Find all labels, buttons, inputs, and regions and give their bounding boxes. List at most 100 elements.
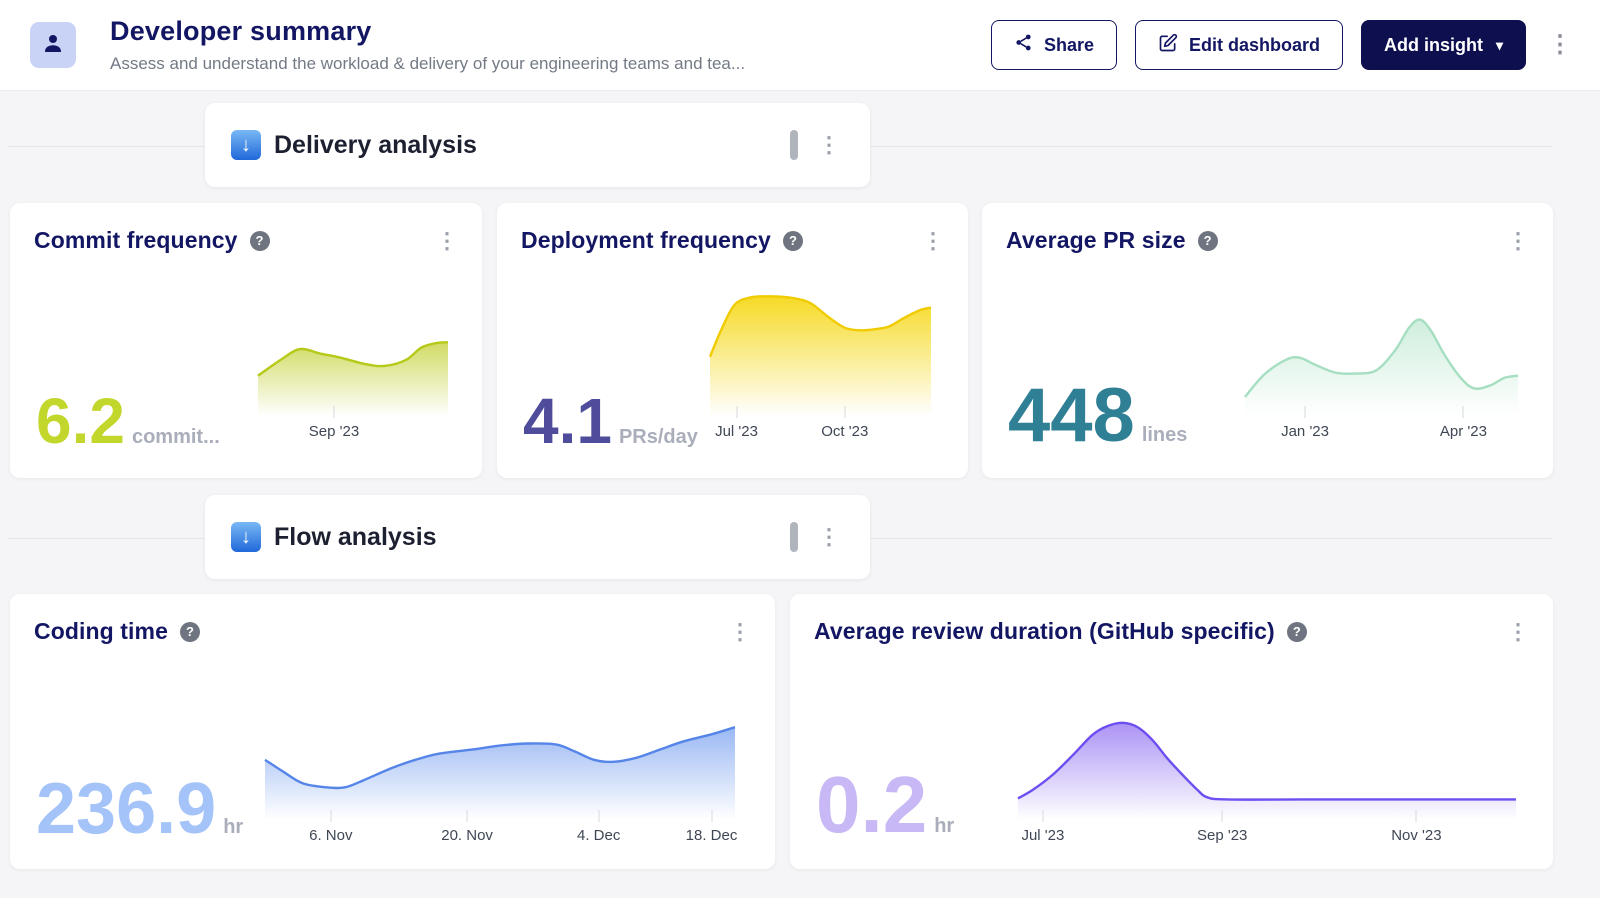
edit-icon — [1158, 33, 1178, 58]
page-header: Developer summary Assess and understand … — [0, 0, 1600, 91]
edit-dashboard-button-label: Edit dashboard — [1189, 35, 1320, 56]
metric-value: 0.2 hr — [816, 767, 954, 843]
help-icon[interactable]: ? — [250, 231, 270, 251]
card-kebab-menu-icon[interactable]: ⋮ — [725, 619, 755, 645]
metric-value: 4.1 PRs/day — [523, 391, 698, 452]
card-title: Average review duration (GitHub specific… — [814, 618, 1275, 645]
card-kebab-menu-icon[interactable]: ⋮ — [432, 228, 462, 254]
section-banner-flow: ↓ Flow analysis ⋮ — [205, 495, 870, 579]
metric-unit: lines — [1142, 424, 1188, 447]
sparkline-chart: Jul '23 Oct '23 — [710, 290, 931, 440]
card-kebab-menu-icon[interactable]: ⋮ — [1503, 228, 1533, 254]
axis-tick — [711, 810, 712, 822]
help-icon[interactable]: ? — [1287, 622, 1307, 642]
add-insight-button-label: Add insight — [1384, 35, 1483, 56]
share-icon — [1014, 33, 1033, 57]
drag-handle[interactable] — [790, 522, 798, 552]
section-kebab-menu-icon[interactable]: ⋮ — [814, 132, 844, 158]
card-title: Coding time — [34, 618, 168, 645]
card-kebab-menu-icon[interactable]: ⋮ — [1503, 619, 1533, 645]
area-chart-svg — [1018, 712, 1516, 820]
axis-tick-label: Jul '23 — [1021, 827, 1064, 844]
area-chart-svg — [258, 340, 448, 416]
card-header: Average PR size ? ⋮ — [982, 203, 1553, 254]
axis-tick — [330, 810, 331, 822]
metric-value: 448 lines — [1008, 380, 1187, 452]
insight-card-average-pr-size: Average PR size ? ⋮ 448 lines Jan '23Apr… — [982, 203, 1553, 478]
down-arrow-icon: ↓ — [231, 130, 261, 160]
drag-handle[interactable] — [790, 130, 798, 160]
axis-tick-label: 4. Dec — [577, 827, 620, 844]
axis-tick — [1042, 810, 1043, 822]
insight-card-deployment-frequency: Deployment frequency ? ⋮ 4.1 PRs/day Jul… — [497, 203, 968, 478]
person-icon — [41, 31, 65, 60]
card-title: Deployment frequency — [521, 227, 771, 254]
card-title: Average PR size — [1006, 227, 1186, 254]
help-icon[interactable]: ? — [1198, 231, 1218, 251]
share-button-label: Share — [1044, 35, 1094, 56]
avatar — [30, 22, 76, 68]
card-header: Coding time ? ⋮ — [10, 594, 775, 645]
share-button[interactable]: Share — [991, 20, 1117, 70]
help-icon[interactable]: ? — [783, 231, 803, 251]
axis-tick-label: 18. Dec — [686, 827, 738, 844]
section-tools: ⋮ — [790, 522, 844, 552]
metric-number: 236.9 — [36, 775, 216, 843]
card-title: Commit frequency — [34, 227, 238, 254]
axis-tick — [844, 406, 845, 418]
area-chart-svg — [1245, 310, 1518, 416]
axis-tick-label: Jul '23 — [715, 423, 758, 440]
insight-card-average-review-duration: Average review duration (GitHub specific… — [790, 594, 1553, 869]
metric-value: 6.2 commit... — [36, 391, 220, 452]
chevron-down-icon: ▾ — [1496, 37, 1503, 54]
metric-number: 4.1 — [523, 391, 612, 452]
axis-tick — [736, 406, 737, 418]
header-text: Developer summary Assess and understand … — [110, 16, 745, 74]
insight-card-commit-frequency: Commit frequency ? ⋮ 6.2 commit... Sep '… — [10, 203, 482, 478]
axis-tick — [1416, 810, 1417, 822]
section-banner-delivery: ↓ Delivery analysis ⋮ — [205, 103, 870, 187]
metric-number: 448 — [1008, 380, 1135, 452]
axis-tick-label: Oct '23 — [821, 423, 868, 440]
axis-tick — [598, 810, 599, 822]
page-subtitle: Assess and understand the workload & del… — [110, 54, 745, 74]
metric-number: 0.2 — [816, 767, 927, 843]
axis-tick — [1463, 406, 1464, 418]
area-chart-svg — [265, 718, 735, 820]
metric-value: 236.9 hr — [36, 775, 243, 843]
metric-number: 6.2 — [36, 391, 125, 452]
help-icon[interactable]: ? — [180, 622, 200, 642]
section-tools: ⋮ — [790, 130, 844, 160]
section-title: Flow analysis — [274, 523, 437, 552]
insight-card-coding-time: Coding time ? ⋮ 236.9 hr 6. Nov 20. Nov 4.… — [10, 594, 775, 869]
section-kebab-menu-icon[interactable]: ⋮ — [814, 524, 844, 550]
metric-unit: hr — [223, 816, 243, 839]
section-title: Delivery analysis — [274, 131, 477, 160]
axis-tick — [1305, 406, 1306, 418]
sparkline-chart: 6. Nov 20. Nov 4. Dec 18. Dec — [265, 718, 735, 844]
header-kebab-menu-icon[interactable]: ⋮ — [1544, 31, 1576, 59]
header-actions: Share Edit dashboard Add insight ▾ ⋮ — [991, 20, 1576, 70]
card-header: Deployment frequency ? ⋮ — [497, 203, 968, 254]
sparkline-chart: Sep '23 — [258, 340, 448, 440]
axis-tick — [467, 810, 468, 822]
metric-unit: hr — [934, 815, 954, 838]
axis-tick-label: 20. Nov — [441, 827, 493, 844]
axis-tick-label: Sep '23 — [309, 423, 359, 440]
section-row-flow: ↓ Flow analysis ⋮ — [0, 495, 1600, 579]
edit-dashboard-button[interactable]: Edit dashboard — [1135, 20, 1343, 70]
axis-tick — [334, 406, 335, 418]
axis-tick-label: 6. Nov — [309, 827, 352, 844]
page-title: Developer summary — [110, 16, 745, 47]
area-chart-svg — [710, 290, 931, 416]
axis-tick-label: Nov '23 — [1391, 827, 1441, 844]
down-arrow-icon: ↓ — [231, 522, 261, 552]
sparkline-chart: Jan '23Apr '23 — [1245, 310, 1518, 440]
card-kebab-menu-icon[interactable]: ⋮ — [918, 228, 948, 254]
card-header: Commit frequency ? ⋮ — [10, 203, 482, 254]
card-header: Average review duration (GitHub specific… — [790, 594, 1553, 645]
sparkline-chart: Jul '23Sep '23Nov '23 — [1018, 712, 1516, 844]
add-insight-button[interactable]: Add insight ▾ — [1361, 20, 1526, 70]
metric-unit: commit... — [132, 426, 220, 449]
axis-tick-label: Apr '23 — [1440, 423, 1487, 440]
